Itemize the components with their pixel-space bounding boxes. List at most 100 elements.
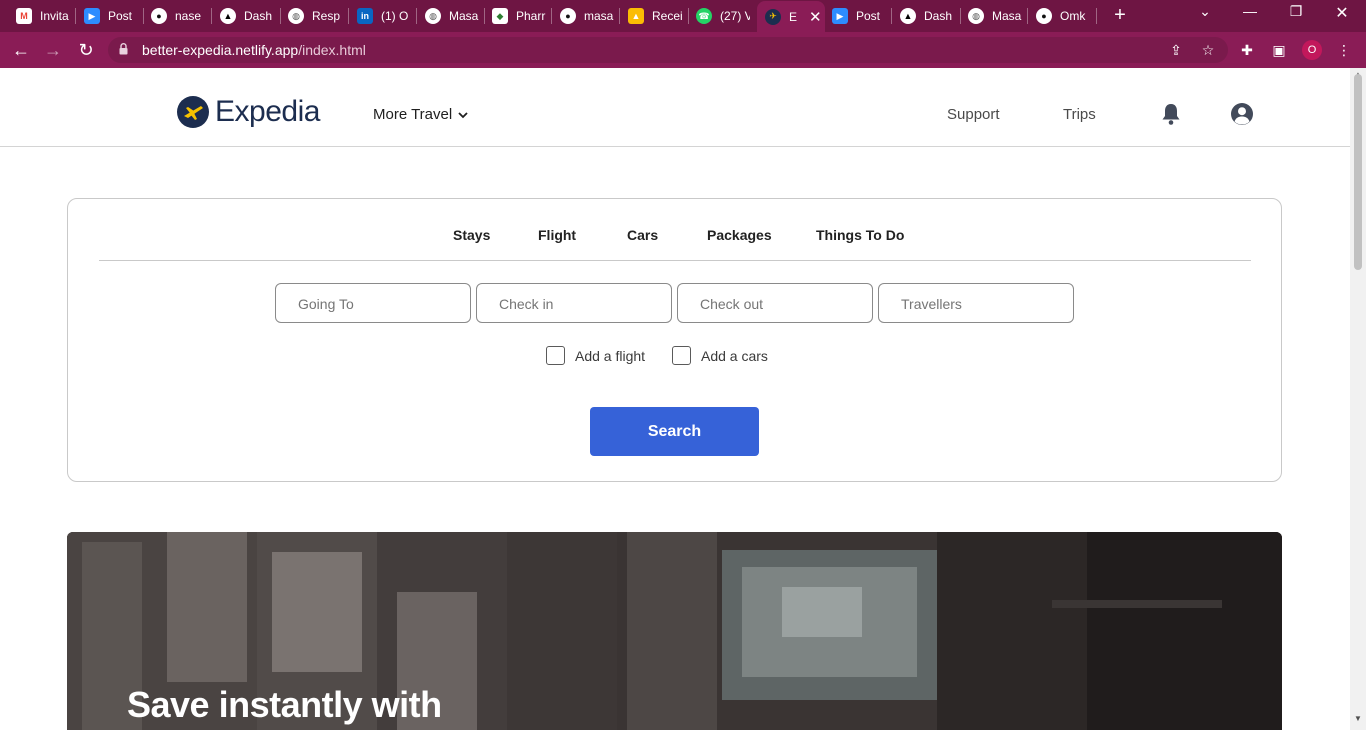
tab-separator xyxy=(348,8,349,24)
travellers-input[interactable]: Travellers xyxy=(878,283,1074,323)
back-arrow-icon[interactable]: ← xyxy=(10,39,32,61)
expedia-icon: ✈ xyxy=(765,8,781,25)
search-tabs: Stays Flight Cars Packages Things To Do xyxy=(68,227,1281,247)
globe-icon: ◍ xyxy=(288,8,304,24)
tab-separator xyxy=(619,8,620,24)
scroll-down-arrow-icon[interactable]: ▼ xyxy=(1353,714,1363,723)
browser-tab[interactable]: ● Omk xyxy=(1036,4,1090,28)
zoom-icon: ▶ xyxy=(84,8,100,24)
browser-tab[interactable]: ☎ (27) V xyxy=(696,4,750,28)
going-to-input[interactable]: Going To xyxy=(275,283,471,323)
zoom-icon: ▶ xyxy=(832,8,848,24)
vercel-icon: ▲ xyxy=(220,8,236,24)
add-flight-checkbox[interactable] xyxy=(546,346,565,365)
tab-stays[interactable]: Stays xyxy=(453,227,490,243)
add-flight-option: Add a flight xyxy=(546,346,645,365)
add-cars-option: Add a cars xyxy=(672,346,768,365)
add-flight-label: Add a flight xyxy=(575,347,646,364)
address-bar[interactable]: better-expedia.netlify.app/index.html xyxy=(108,37,1228,63)
reload-icon[interactable]: ↻ xyxy=(75,39,97,61)
browser-tab-strip: M Invita ▶ Post ● nase ▲ Dash ◍ Resp in (1) O … xyxy=(0,0,1366,32)
tab-separator xyxy=(280,8,281,24)
support-link[interactable]: Support xyxy=(947,106,1000,123)
tab-separator xyxy=(416,8,417,24)
browser-tab[interactable]: ▲ Dash xyxy=(900,4,954,28)
vercel-icon: ▲ xyxy=(900,8,916,24)
share-icon[interactable]: ⇪ xyxy=(1167,41,1185,59)
add-cars-label: Add a cars xyxy=(701,347,768,364)
browser-tab-active[interactable]: ✈ E ✕ xyxy=(757,1,825,32)
tab-separator xyxy=(143,8,144,24)
forward-arrow-icon[interactable]: → xyxy=(42,39,64,61)
tab-packages[interactable]: Packages xyxy=(707,227,772,243)
page-viewport: Expedia More Travel Support Trips Stays … xyxy=(0,68,1350,730)
browser-tab[interactable]: ◍ Masa xyxy=(968,4,1022,28)
account-icon[interactable] xyxy=(1230,102,1254,126)
hero-title: Save instantly with xyxy=(127,684,442,725)
trips-link[interactable]: Trips xyxy=(1063,106,1096,123)
check-out-input[interactable]: Check out xyxy=(677,283,873,323)
profile-avatar[interactable]: O xyxy=(1302,40,1322,60)
tab-flight[interactable]: Flight xyxy=(538,227,576,243)
browser-menu-icon[interactable]: ⋮ xyxy=(1335,41,1353,59)
site-header: Expedia More Travel Support Trips xyxy=(0,68,1350,147)
tab-separator xyxy=(891,8,892,24)
scrollbar-thumb[interactable] xyxy=(1354,74,1362,270)
hero-banner: Save instantly with xyxy=(67,532,1282,730)
minimize-icon[interactable]: — xyxy=(1238,3,1262,19)
browser-toolbar: ← → ↻ better-expedia.netlify.app/index.h… xyxy=(0,32,1366,68)
github-icon: ● xyxy=(151,8,167,24)
tab-separator xyxy=(551,8,552,24)
linkedin-icon: in xyxy=(357,8,373,24)
browser-tab[interactable]: ◍ Resp xyxy=(288,4,342,28)
tab-separator xyxy=(1096,8,1097,24)
page-scrollbar[interactable]: ▲ ▼ xyxy=(1350,68,1366,730)
tab-separator xyxy=(1027,8,1028,24)
tab-separator xyxy=(211,8,212,24)
browser-tab[interactable]: ● masa xyxy=(560,4,614,28)
browser-tab[interactable]: ◆ Pharr xyxy=(492,4,546,28)
notification-bell-icon[interactable] xyxy=(1160,102,1182,126)
url-text: better-expedia.netlify.app/index.html xyxy=(142,42,366,58)
search-button[interactable]: Search xyxy=(590,407,759,456)
browser-tab[interactable]: ▶ Post xyxy=(84,4,138,28)
tab-cars[interactable]: Cars xyxy=(627,227,658,243)
window-close-icon[interactable]: ✕ xyxy=(1330,3,1354,23)
bookmark-star-icon[interactable]: ☆ xyxy=(1199,41,1217,59)
expedia-plane-logo-icon xyxy=(177,96,209,128)
tab-things-to-do[interactable]: Things To Do xyxy=(816,227,904,243)
browser-tab[interactable]: ▶ Post xyxy=(832,4,886,28)
close-tab-icon[interactable]: ✕ xyxy=(809,8,822,26)
browser-tab[interactable]: M Invita xyxy=(16,4,70,28)
tab-separator xyxy=(688,8,689,24)
new-tab-plus-icon[interactable]: + xyxy=(1110,4,1130,26)
drive-icon: ▲ xyxy=(628,8,644,24)
globe-icon: ◍ xyxy=(968,8,984,24)
extensions-puzzle-icon[interactable]: ✚ xyxy=(1238,41,1256,59)
tab-search-chevron-icon[interactable]: ⌄ xyxy=(1193,3,1217,20)
gmail-icon: M xyxy=(16,8,32,24)
more-travel-dropdown[interactable]: More Travel xyxy=(373,106,468,123)
tab-separator xyxy=(75,8,76,24)
github-icon: ● xyxy=(560,8,576,24)
search-panel: Stays Flight Cars Packages Things To Do … xyxy=(67,198,1282,482)
add-cars-checkbox[interactable] xyxy=(672,346,691,365)
browser-tab[interactable]: ● nase xyxy=(151,4,205,28)
chevron-down-icon xyxy=(458,111,468,118)
browser-tab[interactable]: ▲ Recei xyxy=(628,4,682,28)
restore-icon[interactable]: ❐ xyxy=(1284,3,1308,20)
whatsapp-icon: ☎ xyxy=(696,8,712,24)
browser-tab[interactable]: ◍ Masa xyxy=(425,4,479,28)
tab-separator xyxy=(960,8,961,24)
brand-name: Expedia xyxy=(215,95,320,128)
side-panel-icon[interactable]: ▣ xyxy=(1270,41,1288,59)
expedia-logo[interactable]: Expedia xyxy=(177,95,320,129)
app-icon: ◆ xyxy=(492,8,508,24)
tab-separator xyxy=(484,8,485,24)
browser-tab[interactable]: in (1) O xyxy=(357,4,411,28)
browser-tab[interactable]: ▲ Dash xyxy=(220,4,274,28)
github-icon: ● xyxy=(1036,8,1052,24)
lock-icon xyxy=(119,43,128,55)
globe-icon: ◍ xyxy=(425,8,441,24)
check-in-input[interactable]: Check in xyxy=(476,283,672,323)
